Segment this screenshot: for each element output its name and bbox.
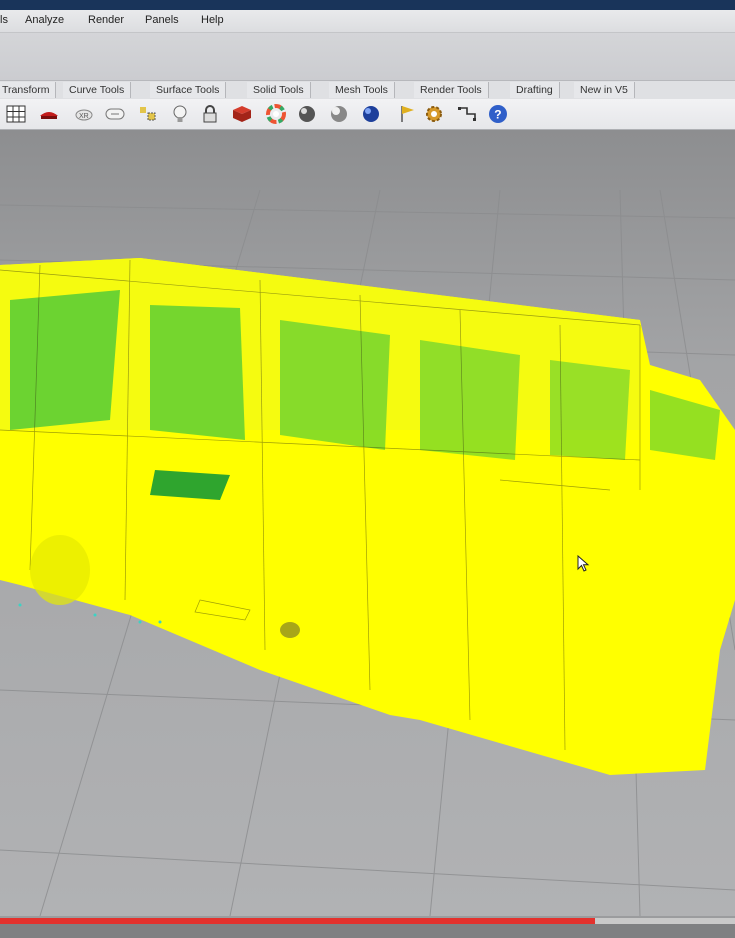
perspective-viewport[interactable]	[0, 130, 735, 916]
menu-bar: ls Analyze Render Panels Help	[0, 10, 735, 33]
mesh-scene	[0, 189, 735, 916]
tab-render-tools[interactable]: Render Tools	[414, 82, 489, 98]
tab-curve-tools[interactable]: Curve Tools	[63, 82, 132, 98]
xray-icon[interactable]: XR	[72, 102, 96, 126]
menu-item-tools[interactable]: ls	[0, 14, 8, 26]
gear-icon[interactable]	[422, 102, 446, 126]
mouse-cursor-icon	[577, 555, 590, 572]
capsule-icon[interactable]	[103, 102, 127, 126]
sphere-blue-icon[interactable]	[359, 102, 383, 126]
tab-solid-tools[interactable]: Solid Tools	[247, 82, 311, 98]
help-icon[interactable]: ?	[486, 102, 510, 126]
main-toolbar: XR ?	[0, 99, 735, 130]
menu-item-analyze[interactable]: Analyze	[25, 14, 64, 26]
command-area[interactable]	[0, 33, 735, 81]
dim-icon[interactable]	[136, 102, 160, 126]
bottom-strip	[0, 924, 735, 938]
tab-surface-tools[interactable]: Surface Tools	[150, 82, 227, 98]
toolbar-tab-bar: Transform Curve Tools Surface Tools Soli…	[0, 81, 735, 100]
red-shape-icon[interactable]	[37, 102, 61, 126]
window-title-bar	[0, 0, 735, 10]
tab-transform[interactable]: Transform	[0, 82, 57, 98]
truck-mesh	[0, 258, 735, 775]
sphere-icon[interactable]	[295, 102, 319, 126]
sphere-shaded-icon[interactable]	[327, 102, 351, 126]
svg-text:?: ?	[494, 108, 501, 122]
lightbulb-icon[interactable]	[168, 102, 192, 126]
menu-item-panels[interactable]: Panels	[145, 14, 179, 26]
flag-icon[interactable]	[396, 102, 420, 126]
grid-icon[interactable]	[4, 102, 28, 126]
menu-item-render[interactable]: Render	[88, 14, 124, 26]
book-icon[interactable]	[230, 102, 254, 126]
svg-text:XR: XR	[79, 113, 89, 120]
color-wheel-icon[interactable]	[264, 102, 288, 126]
tab-mesh-tools[interactable]: Mesh Tools	[329, 82, 395, 98]
menu-item-help[interactable]: Help	[201, 14, 224, 26]
snap-icon[interactable]	[455, 102, 479, 126]
tab-new-in-v5[interactable]: New in V5	[574, 82, 635, 98]
lock-icon[interactable]	[198, 102, 222, 126]
tab-drafting[interactable]: Drafting	[510, 82, 560, 98]
